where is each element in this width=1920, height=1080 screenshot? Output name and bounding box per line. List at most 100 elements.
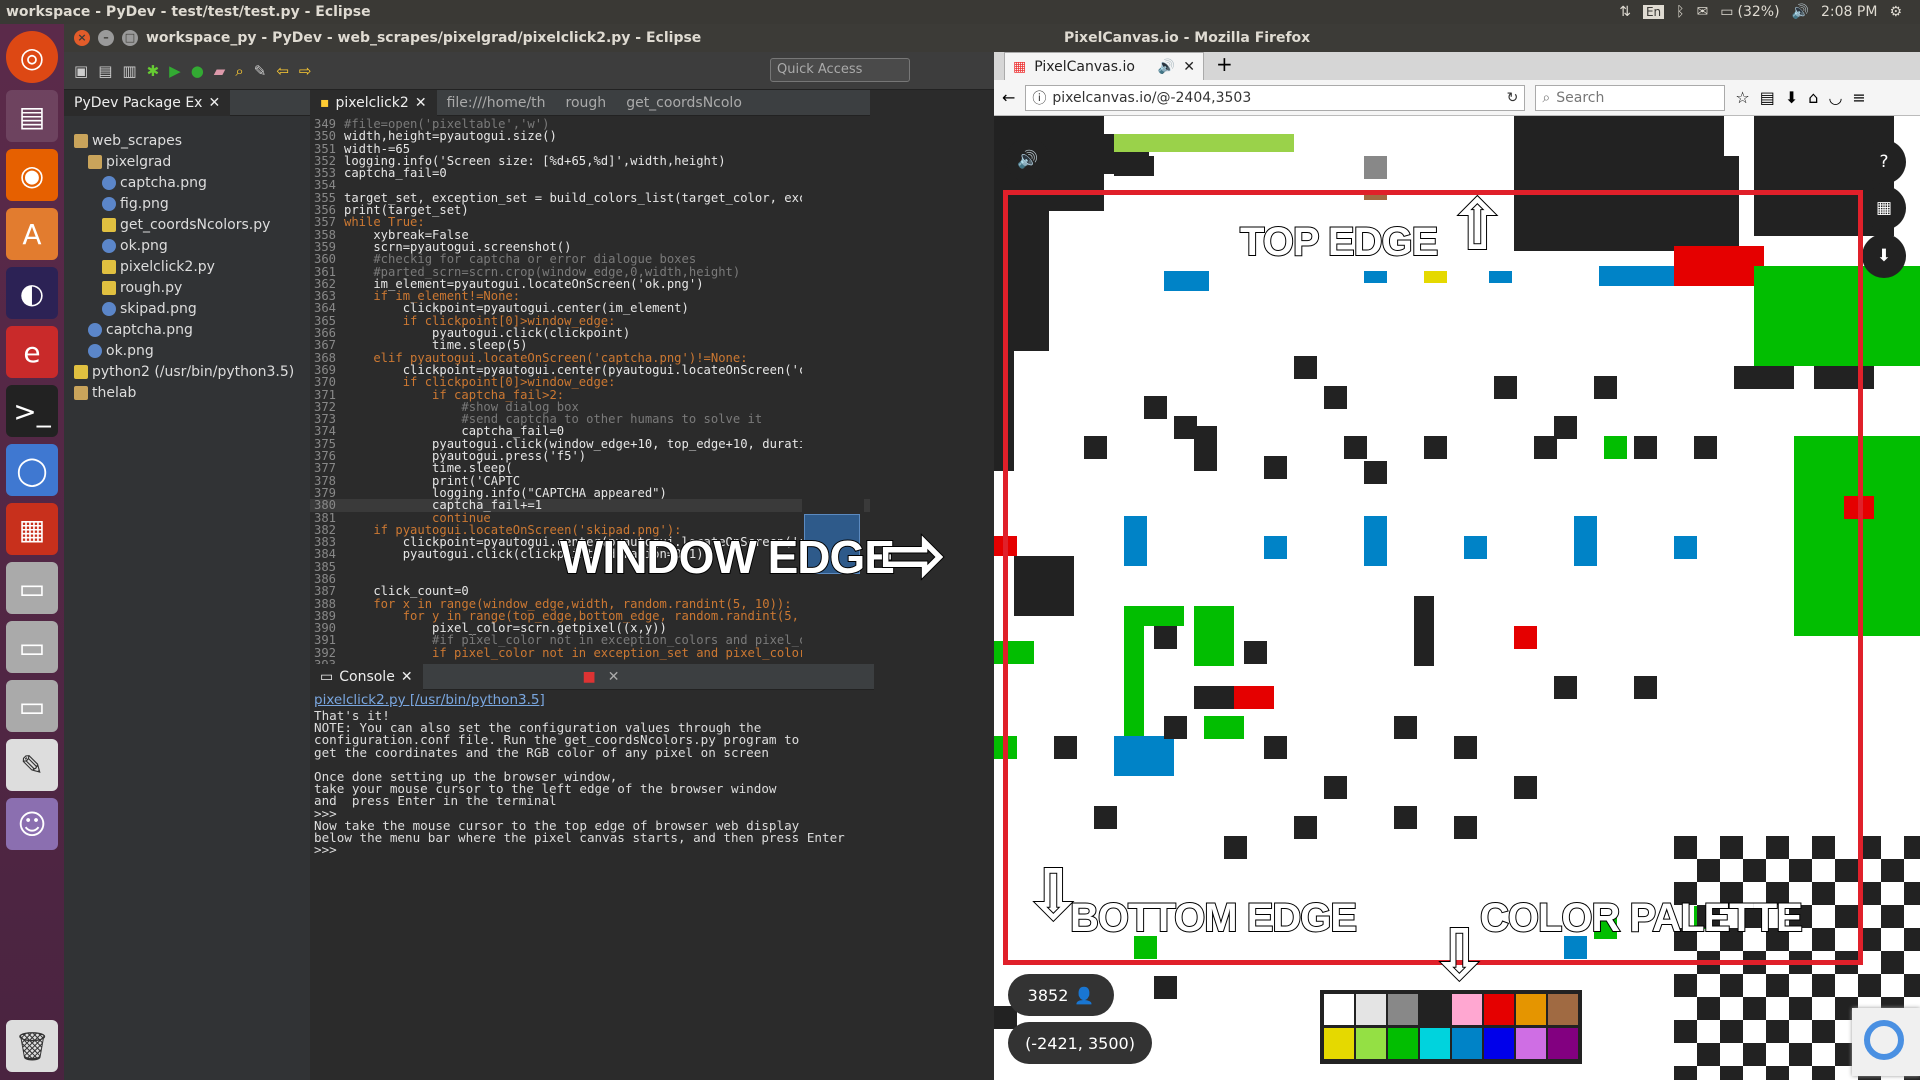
- clock[interactable]: 2:08 PM: [1821, 4, 1877, 20]
- code-line[interactable]: 391 #if pixel_color not in exception_col…: [310, 634, 870, 647]
- palette-swatch[interactable]: [1356, 994, 1386, 1025]
- back-icon[interactable]: ←: [1002, 88, 1015, 107]
- chromium-icon[interactable]: ◯: [6, 444, 58, 496]
- palette-grid-icon[interactable]: ▦: [1862, 186, 1906, 230]
- battery-indicator[interactable]: ▭ (32%): [1720, 4, 1779, 20]
- code-line[interactable]: 357 while True:: [310, 216, 870, 229]
- ubuntu-dash-icon[interactable]: ◎: [6, 31, 58, 83]
- code-line[interactable]: 354: [310, 179, 870, 192]
- code-line[interactable]: 377 time.sleep(: [310, 462, 870, 475]
- palette-swatch[interactable]: [1548, 1028, 1578, 1059]
- library-icon[interactable]: ▤: [1760, 88, 1775, 107]
- terminal-icon[interactable]: >_: [6, 385, 58, 437]
- pidgin-icon[interactable]: ☺: [6, 798, 58, 850]
- bluetooth-icon[interactable]: ᛒ: [1676, 4, 1684, 20]
- remove-launch-icon[interactable]: ✕: [608, 669, 620, 685]
- sound-toggle-icon[interactable]: 🔊: [1006, 138, 1050, 182]
- open-folder-icon[interactable]: ▰: [214, 62, 226, 80]
- code-line[interactable]: 367 time.sleep(5): [310, 339, 870, 352]
- tab-file-home[interactable]: file:///home/th: [437, 90, 556, 116]
- code-line[interactable]: 360 #checkig for captcha or error dialog…: [310, 253, 870, 266]
- palette-swatch[interactable]: [1324, 994, 1354, 1025]
- trash-icon[interactable]: 🗑: [6, 1020, 58, 1072]
- back-icon[interactable]: ⇦: [276, 62, 289, 80]
- terminate-icon[interactable]: ■: [583, 669, 596, 685]
- volume-icon[interactable]: 🔊: [1792, 4, 1809, 20]
- tree-item[interactable]: pixelclick2.py: [64, 256, 310, 277]
- annotation-icon[interactable]: ✎: [254, 62, 267, 80]
- tree-item[interactable]: captcha.png: [64, 319, 310, 340]
- drive-icon-3[interactable]: ▭: [6, 680, 58, 732]
- code-line[interactable]: 350 width,height=pyautogui.size(): [310, 130, 870, 143]
- firefox-icon[interactable]: ◉: [6, 149, 58, 201]
- new-tab-icon[interactable]: +: [1216, 52, 1233, 76]
- new-icon[interactable]: ▣: [74, 62, 88, 80]
- palette-swatch[interactable]: [1388, 1028, 1418, 1059]
- text-editor-icon[interactable]: ✎: [6, 739, 58, 791]
- tree-item[interactable]: ok.png: [64, 235, 310, 256]
- save-icon[interactable]: ▤: [98, 62, 112, 80]
- eclipse-icon[interactable]: ◐: [6, 267, 58, 319]
- download-canvas-icon[interactable]: ⬇: [1862, 234, 1906, 278]
- reload-icon[interactable]: ↻: [1507, 90, 1519, 106]
- palette-swatch[interactable]: [1420, 1028, 1450, 1059]
- tree-item[interactable]: get_coordsNcolors.py: [64, 214, 310, 235]
- palette-swatch[interactable]: [1484, 994, 1514, 1025]
- url-bar[interactable]: ⓘ pixelcanvas.io/@-2404,3503 ↻: [1025, 84, 1526, 111]
- tree-item[interactable]: fig.png: [64, 193, 310, 214]
- forward-icon[interactable]: ⇨: [299, 62, 312, 80]
- search-input[interactable]: ⌕ Search: [1535, 84, 1726, 111]
- palette-swatch[interactable]: [1388, 994, 1418, 1025]
- tree-item[interactable]: captcha.png: [64, 172, 310, 193]
- files-icon[interactable]: ▤: [6, 90, 58, 142]
- help-icon[interactable]: ?: [1862, 140, 1906, 184]
- gear-icon[interactable]: ⚙: [1889, 4, 1902, 20]
- code-line[interactable]: 381 continue: [310, 511, 870, 524]
- tab-rough[interactable]: rough: [556, 90, 617, 116]
- palette-swatch[interactable]: [1484, 1028, 1514, 1059]
- external-tools-icon[interactable]: ●: [191, 62, 204, 80]
- drive-icon[interactable]: ▭: [6, 562, 58, 614]
- recaptcha-badge[interactable]: [1852, 1008, 1920, 1076]
- code-line[interactable]: 392 if pixel_color not in exception_set …: [310, 646, 870, 659]
- close-window-icon[interactable]: ×: [74, 30, 90, 46]
- tab-pixelclick2[interactable]: ▪ pixelclick2 ✕: [310, 89, 437, 116]
- tree-item[interactable]: pixelgrad: [64, 151, 310, 172]
- code-line[interactable]: 380 captcha_fail+=1: [310, 499, 870, 512]
- close-icon[interactable]: ✕: [401, 669, 413, 685]
- tree-item[interactable]: skipad.png: [64, 298, 310, 319]
- minimize-window-icon[interactable]: –: [98, 30, 114, 46]
- drive-icon-2[interactable]: ▭: [6, 621, 58, 673]
- palette-swatch[interactable]: [1356, 1028, 1386, 1059]
- menu-icon[interactable]: ≡: [1852, 88, 1865, 107]
- app-grid-icon[interactable]: ▦: [6, 503, 58, 555]
- palette-swatch[interactable]: [1516, 1028, 1546, 1059]
- debug-icon[interactable]: ✱: [147, 62, 160, 80]
- quick-access-input[interactable]: Quick Access: [770, 58, 910, 82]
- maximize-window-icon[interactable]: □: [122, 30, 138, 46]
- tree-item[interactable]: web_scrapes: [64, 130, 310, 151]
- network-icon[interactable]: ⇅: [1619, 4, 1631, 20]
- tab-console[interactable]: ▭ Console ✕: [310, 663, 423, 690]
- app-red-icon[interactable]: e: [6, 326, 58, 378]
- console-output[interactable]: That's it! NOTE: You can also set the con…: [310, 708, 874, 856]
- close-tab-icon[interactable]: ✕: [1183, 59, 1195, 75]
- pocket-icon[interactable]: ◡: [1828, 88, 1842, 107]
- audio-playing-icon[interactable]: 🔊: [1158, 59, 1175, 75]
- code-line[interactable]: 364 clickpoint=pyautogui.center(im_eleme…: [310, 302, 870, 315]
- code-line[interactable]: 353 captcha_fail=0: [310, 167, 870, 180]
- palette-swatch[interactable]: [1452, 994, 1482, 1025]
- tab-package-explorer[interactable]: PyDev Package Ex ✕: [64, 89, 231, 116]
- code-line[interactable]: 371 if captcha_fail>2:: [310, 388, 870, 401]
- editor-overview-ruler[interactable]: [802, 124, 864, 684]
- mail-icon[interactable]: ✉: [1697, 4, 1709, 20]
- tree-item[interactable]: rough.py: [64, 277, 310, 298]
- palette-swatch[interactable]: [1516, 994, 1546, 1025]
- tree-item[interactable]: ok.png: [64, 340, 310, 361]
- code-line[interactable]: 361 #parted_scrn=scrn.crop(window_edge,0…: [310, 265, 870, 278]
- search-icon[interactable]: ⌕: [235, 62, 243, 80]
- close-icon[interactable]: ✕: [208, 95, 220, 111]
- palette-swatch[interactable]: [1324, 1028, 1354, 1059]
- tree-item[interactable]: python2 (/usr/bin/python3.5): [64, 361, 310, 382]
- tab-get-coords[interactable]: get_coordsNcolo: [616, 90, 752, 116]
